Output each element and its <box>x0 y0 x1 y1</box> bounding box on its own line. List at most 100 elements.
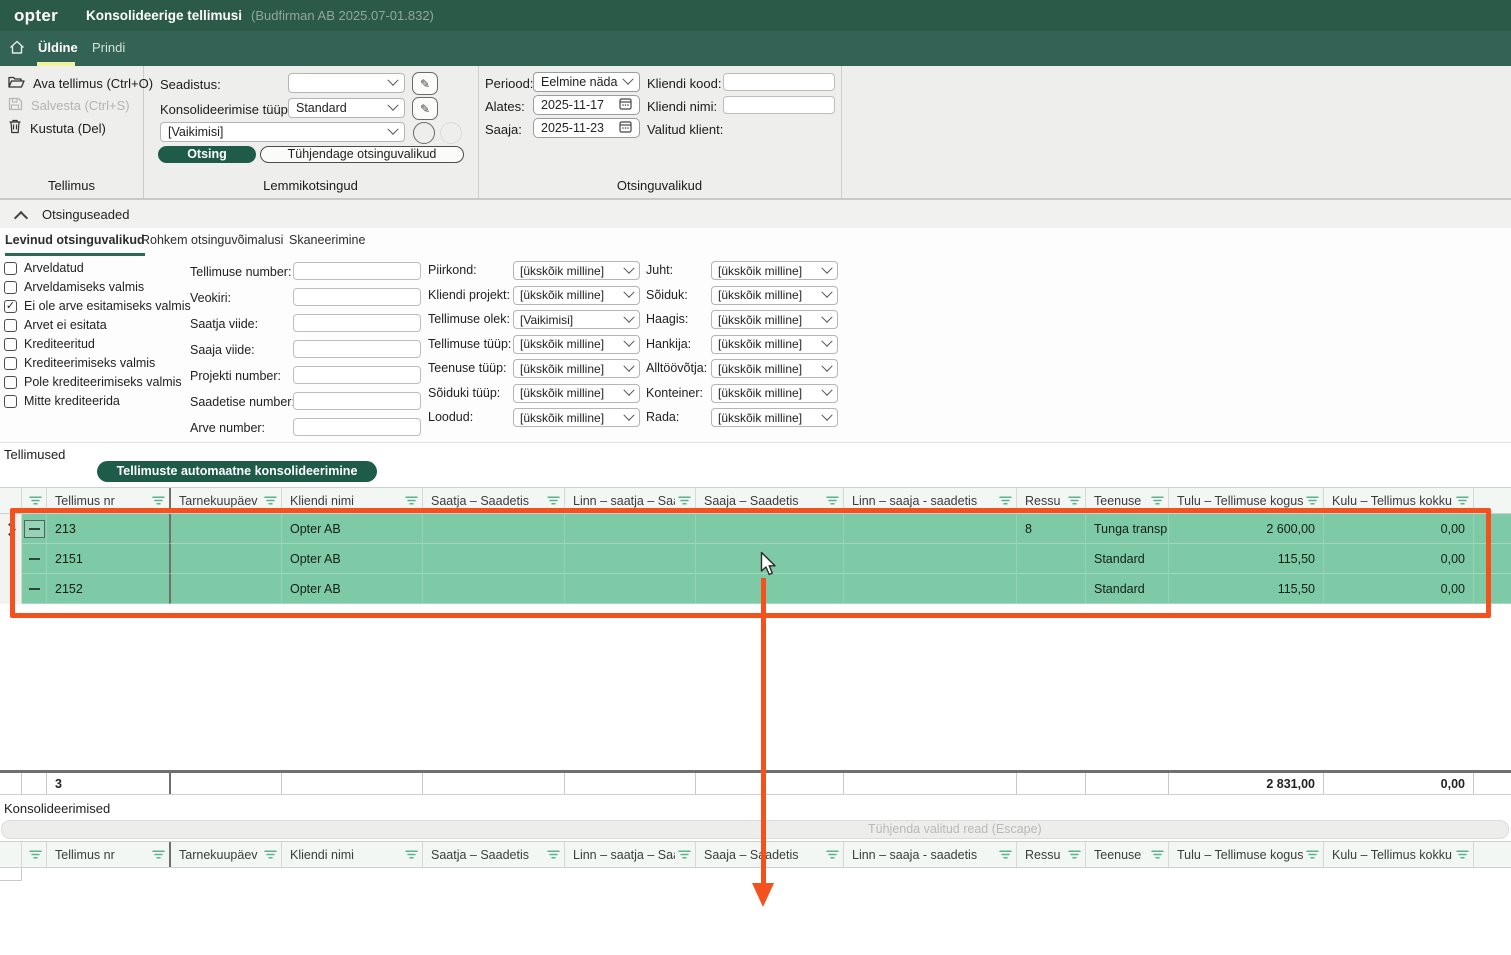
header-cell-9[interactable]: Teenuse <box>1086 842 1169 867</box>
favorite-circle-button-disabled[interactable] <box>440 122 462 144</box>
calendar-icon[interactable] <box>619 120 632 136</box>
header-cell-5[interactable]: Linn – saatja – Saa <box>565 842 696 867</box>
kliendi-kood-input[interactable] <box>723 73 835 91</box>
field-input-7[interactable] <box>293 418 421 436</box>
filter-icon[interactable] <box>405 850 418 859</box>
filter-icon[interactable] <box>1456 850 1469 859</box>
checkbox-arveldamiseks-valmis[interactable]: Arveldamiseks valmis <box>4 280 144 294</box>
alates-date-input[interactable]: 2025-11-17 <box>533 95 640 115</box>
save-button[interactable]: Salvesta (Ctrl+S) <box>8 97 130 114</box>
header-cell-7[interactable]: Linn – saaja - saadetis <box>844 842 1017 867</box>
filter-icon[interactable] <box>547 496 560 505</box>
edit-kons-tyyp-button[interactable]: ✎ <box>412 97 438 120</box>
filter-icon[interactable] <box>1306 496 1319 505</box>
calendar-icon[interactable] <box>619 97 632 113</box>
filter-icon[interactable] <box>826 850 839 859</box>
filter-left-select-6[interactable]: [ükskõik milline] <box>513 384 640 403</box>
edit-seadistus-button[interactable]: ✎ <box>412 72 438 95</box>
filter-icon[interactable] <box>1068 850 1081 859</box>
filter-icon[interactable] <box>999 496 1012 505</box>
header-cell-6[interactable]: Saaja – Saadetis <box>696 842 844 867</box>
filter-icon[interactable] <box>152 496 165 505</box>
seadistus-select[interactable] <box>288 73 405 93</box>
filter-icon[interactable] <box>1151 850 1164 859</box>
checkbox-krediteeritud[interactable]: Krediteeritud <box>4 337 95 351</box>
checkbox-pole-krediteerimiseks-valmis[interactable]: Pole krediteerimiseks valmis <box>4 375 182 389</box>
header-cell-1[interactable]: Tellimus nr <box>47 842 170 867</box>
checkbox-arvet-ei-esitata[interactable]: Arvet ei esitata <box>4 318 107 332</box>
periood-select[interactable]: Eelmine näda <box>533 72 640 92</box>
filter-right-select-6[interactable]: [ükskõik milline] <box>711 384 838 403</box>
filter-left-select-4[interactable]: [ükskõik milline] <box>513 335 640 354</box>
field-input-1[interactable] <box>293 262 421 280</box>
search-tab-2[interactable]: Rohkem otsinguvõimalusi <box>141 233 283 253</box>
filter-right-select-1[interactable]: [ükskõik milline] <box>711 261 838 280</box>
filter-right-select-7[interactable]: [ükskõik milline] <box>711 408 838 427</box>
filter-icon[interactable] <box>264 496 277 505</box>
filter-right-select-3[interactable]: [ükskõik milline] <box>711 310 838 329</box>
field-input-4[interactable] <box>293 340 421 358</box>
filter-left-select-2[interactable]: [ükskõik milline] <box>513 286 640 305</box>
field-input-5[interactable] <box>293 366 421 384</box>
open-order-button[interactable]: Ava tellimus (Ctrl+O) <box>8 75 153 92</box>
filter-icon[interactable] <box>1151 496 1164 505</box>
clear-selected-rows-button[interactable] <box>1 820 1509 839</box>
checkbox-box[interactable] <box>4 338 17 351</box>
filter-icon[interactable] <box>678 496 691 505</box>
checkbox-box[interactable] <box>4 376 17 389</box>
header-cell-8[interactable]: Ressu <box>1017 842 1086 867</box>
filter-right-select-4[interactable]: [ükskõik milline] <box>711 335 838 354</box>
filter-icon[interactable] <box>547 850 560 859</box>
filter-icon[interactable] <box>29 850 42 859</box>
search-button[interactable]: Otsing <box>158 146 256 163</box>
filter-icon[interactable] <box>1068 496 1081 505</box>
filter-icon[interactable] <box>405 496 418 505</box>
checkbox-arveldatud[interactable]: Arveldatud <box>4 261 84 275</box>
header-cell-collapse[interactable] <box>22 842 47 867</box>
clear-search-options-button[interactable]: Tühjendage otsinguvalikud <box>260 146 464 163</box>
filter-icon[interactable] <box>264 850 277 859</box>
checkbox-box[interactable] <box>4 281 17 294</box>
filter-left-select-3[interactable]: [Vaikimisi] <box>513 310 640 329</box>
collapse-chevron-icon[interactable] <box>14 211 28 225</box>
field-input-6[interactable] <box>293 392 421 410</box>
header-cell-3[interactable]: Kliendi nimi <box>282 842 423 867</box>
filter-right-select-5[interactable]: [ükskõik milline] <box>711 359 838 378</box>
filter-right-select-2[interactable]: [ükskõik milline] <box>711 286 838 305</box>
filter-left-select-5[interactable]: [ükskõik milline] <box>513 359 640 378</box>
filter-icon[interactable] <box>826 496 839 505</box>
checkbox-ei-ole-arve-esitamiseks-valmis[interactable]: ✓Ei ole arve esitamiseks valmis <box>4 299 191 313</box>
checkbox-box[interactable]: ✓ <box>4 300 17 313</box>
checkbox-box[interactable] <box>4 395 17 408</box>
checkbox-box[interactable] <box>4 262 17 275</box>
filter-icon[interactable] <box>1306 850 1319 859</box>
delete-button[interactable]: Kustuta (Del) <box>8 119 106 137</box>
tab-prindi[interactable]: Prindi <box>92 40 125 55</box>
header-cell-2[interactable]: Tarnekuupäev <box>169 842 282 867</box>
auto-consolidate-button[interactable]: Tellimuste automaatne konsolideerimine <box>97 461 377 482</box>
filter-left-select-1[interactable]: [ükskõik milline] <box>513 261 640 280</box>
filter-icon[interactable] <box>1456 496 1469 505</box>
field-input-2[interactable] <box>293 288 421 306</box>
field-input-3[interactable] <box>293 314 421 332</box>
home-icon[interactable] <box>9 40 25 58</box>
header-cell-11[interactable]: Kulu – Tellimus kokku <box>1324 842 1474 867</box>
header-cell-10[interactable]: Tulu – Tellimuse kogus <box>1169 842 1324 867</box>
saaja-date-input[interactable]: 2025-11-23 <box>533 118 640 138</box>
checkbox-krediteerimiseks-valmis[interactable]: Krediteerimiseks valmis <box>4 356 155 370</box>
kons-tyyp-select[interactable]: Standard <box>288 98 405 118</box>
checkbox-box[interactable] <box>4 357 17 370</box>
tab-uldine[interactable]: Üldine <box>38 40 78 55</box>
favorite-circle-button[interactable] <box>413 122 435 144</box>
checkbox-box[interactable] <box>4 319 17 332</box>
kliendi-nimi-input[interactable] <box>723 96 835 114</box>
filter-left-select-7[interactable]: [ükskõik milline] <box>513 408 640 427</box>
filter-icon[interactable] <box>999 850 1012 859</box>
filter-icon[interactable] <box>678 850 691 859</box>
filter-icon[interactable] <box>29 496 42 505</box>
checkbox-mitte-krediteerida[interactable]: Mitte krediteerida <box>4 394 120 408</box>
filter-icon[interactable] <box>152 850 165 859</box>
otsinguseaded-header[interactable]: Otsinguseaded <box>0 199 1511 228</box>
search-tab-3[interactable]: Skaneerimine <box>289 233 365 253</box>
favorite-search-select[interactable]: [Vaikimisi] <box>160 122 405 142</box>
